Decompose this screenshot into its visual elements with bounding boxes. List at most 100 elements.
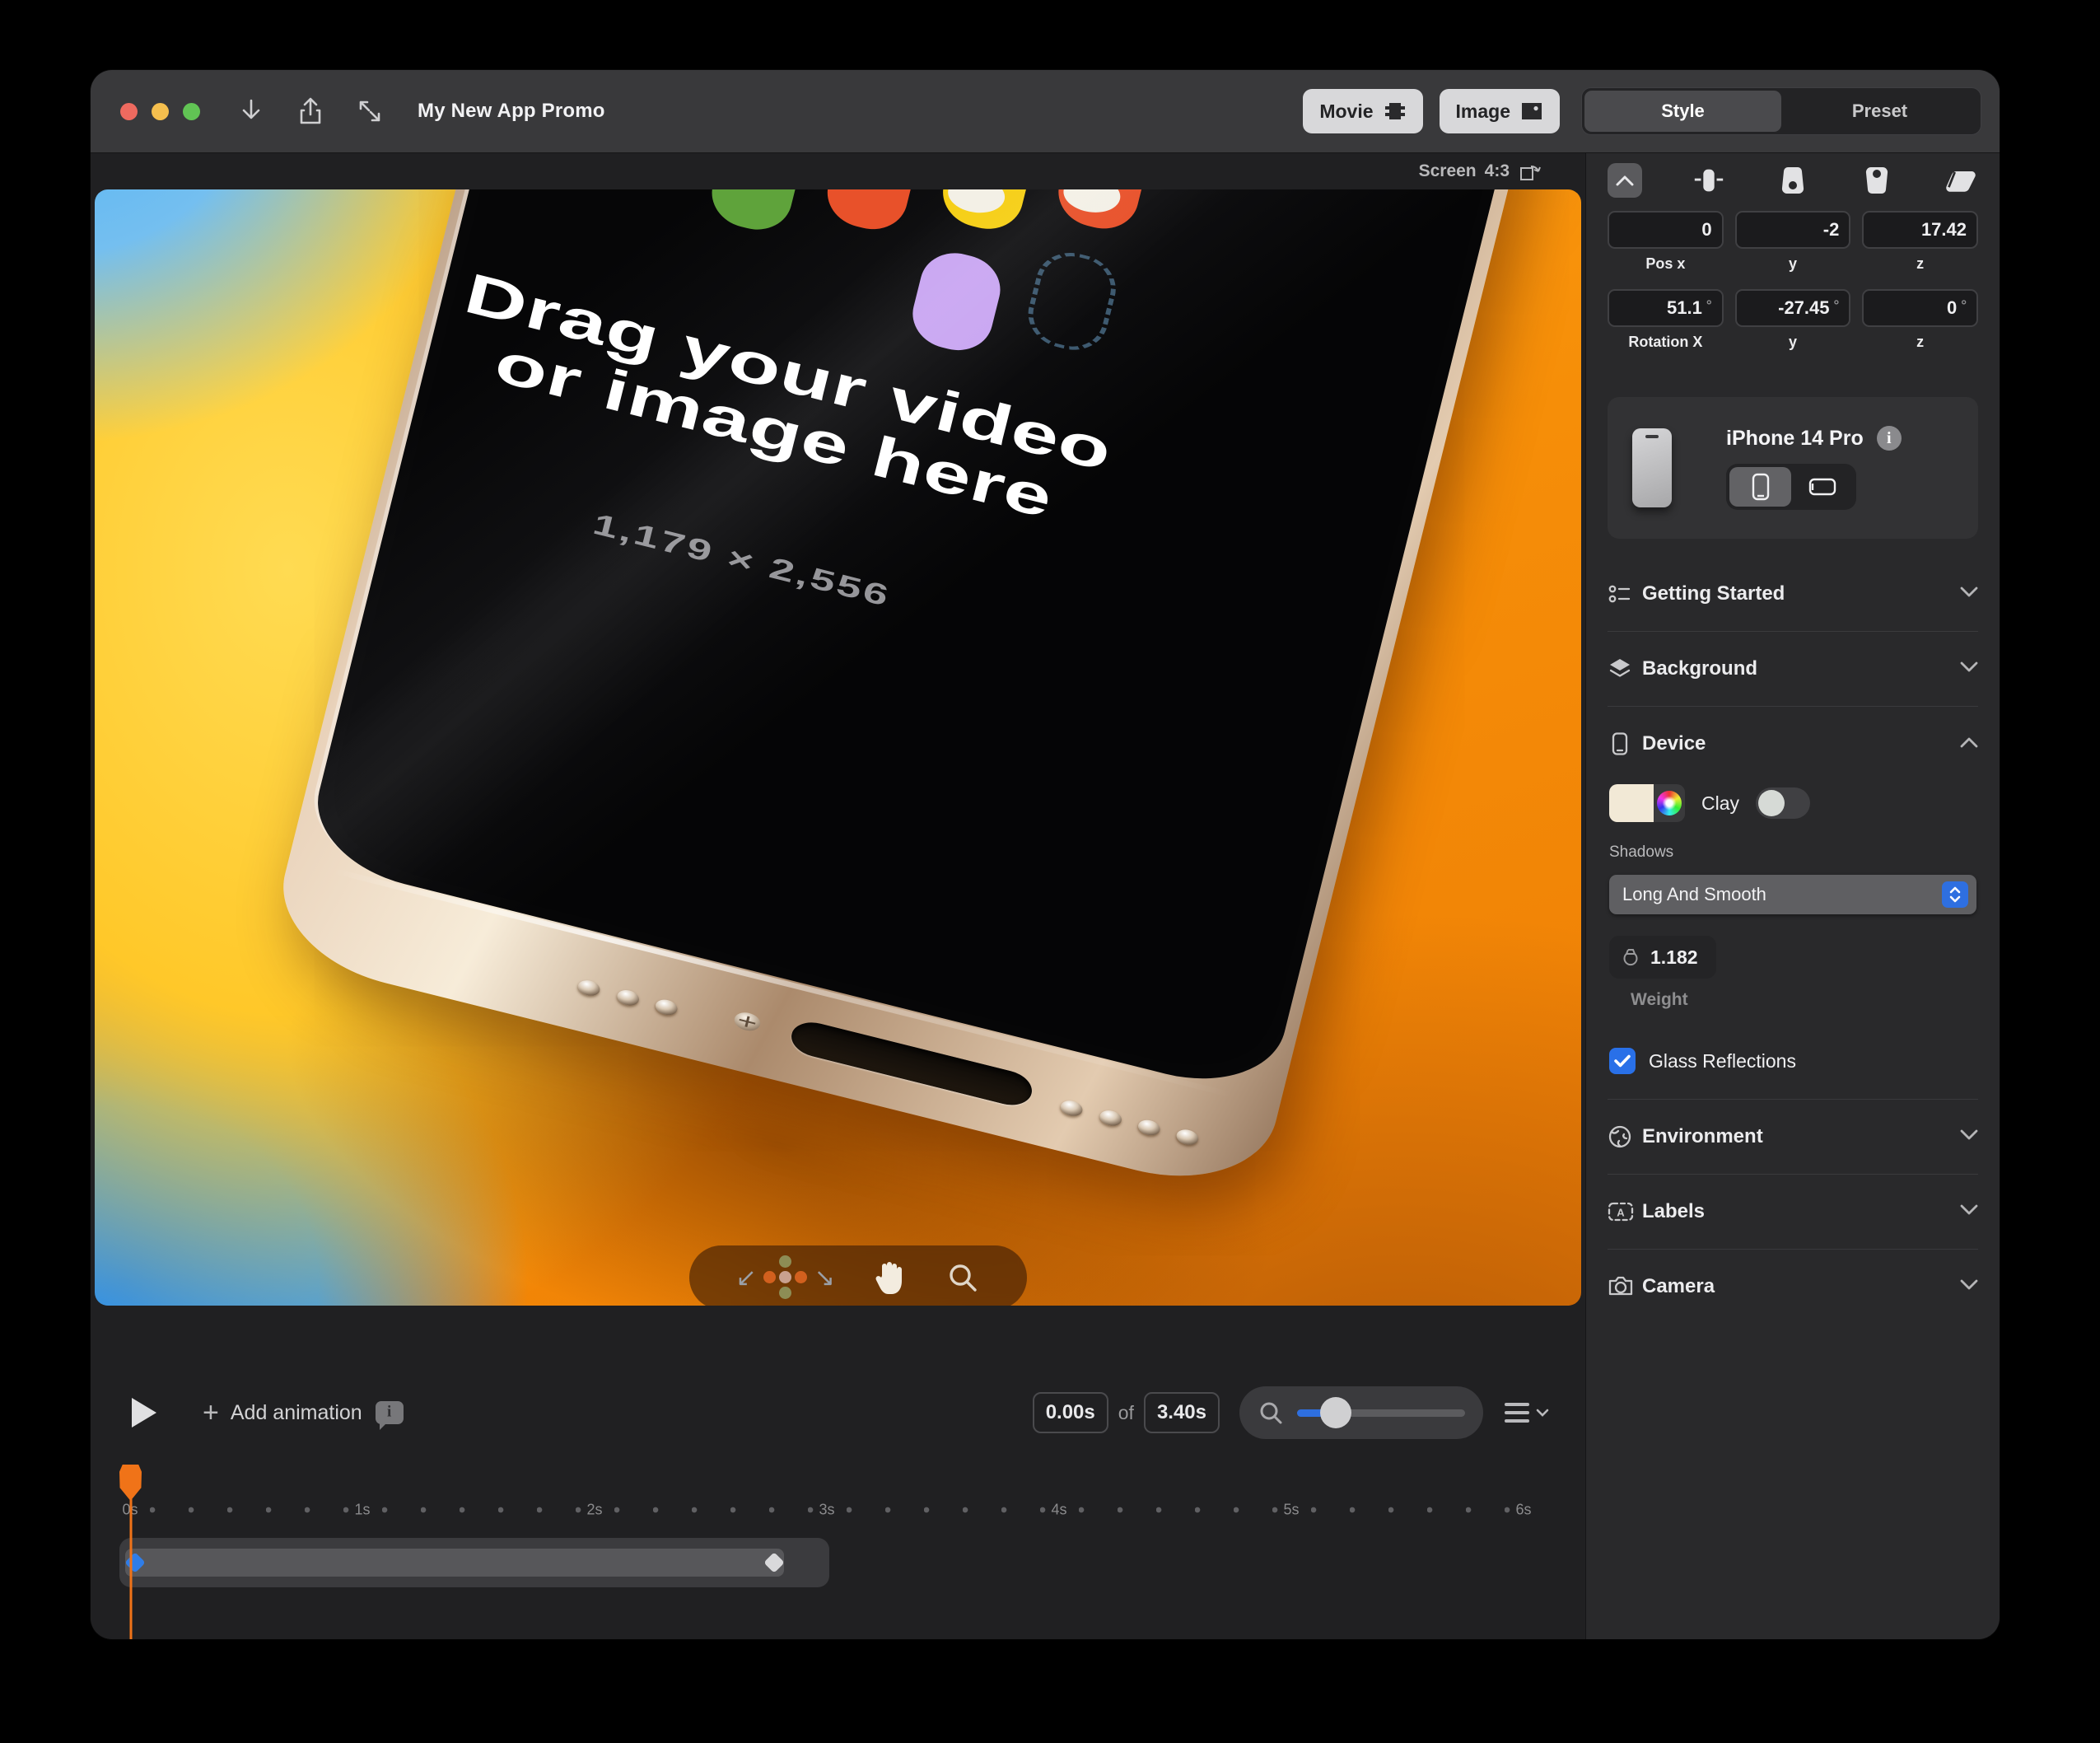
pos-z-input[interactable]: 17.42 (1862, 211, 1978, 249)
current-time-field[interactable]: 0.00s (1032, 1392, 1108, 1433)
export-image-button[interactable]: Image (1439, 89, 1560, 133)
play-button[interactable] (130, 1395, 163, 1431)
preset-laying-flat-icon[interactable] (1944, 163, 1978, 198)
rotation-inputs: 51.1 ° -27.45 ° 0 ° (1608, 289, 1978, 327)
rotation-y-label: y (1788, 334, 1797, 350)
pos-z-value: 17.42 (1920, 219, 1967, 240)
portrait-option[interactable] (1729, 467, 1791, 507)
animation-clip[interactable] (124, 1549, 785, 1577)
degree-symbol: ° (1833, 297, 1840, 313)
preset-tilt-forward-icon[interactable] (1776, 163, 1810, 198)
rotation-z-value: 0 (1946, 297, 1958, 318)
section-getting-started[interactable]: Getting Started (1608, 557, 1978, 631)
section-label: Environment (1642, 1125, 1763, 1147)
total-time-field[interactable]: 3.40s (1143, 1392, 1220, 1433)
section-label: Camera (1642, 1275, 1715, 1297)
minimize-button[interactable] (152, 102, 169, 120)
document-title: My New App Promo (418, 100, 605, 122)
zoom-slider-knob[interactable] (1320, 1397, 1351, 1428)
canvas-toolbar: ↙ ↘ (689, 1245, 1027, 1306)
render-canvas[interactable]: Drag your video or image here 1,179 × 2,… (95, 189, 1581, 1306)
timeline-controls: + Add animation i 0.00s of 3.40s (91, 1386, 1585, 1440)
pos-x-input[interactable]: 0 (1608, 211, 1724, 249)
ruler-label: 1s (348, 1501, 376, 1519)
rotation-y-input[interactable]: -27.45 ° (1734, 289, 1851, 327)
speaker-hole (1098, 1108, 1123, 1129)
playhead[interactable] (119, 1465, 142, 1639)
section-camera[interactable]: Camera (1608, 1250, 1978, 1324)
checkbox-checked-icon[interactable] (1609, 1048, 1636, 1074)
svg-text:A: A (1617, 1207, 1625, 1219)
info-icon[interactable]: i (1876, 426, 1902, 451)
collapse-transform-button[interactable] (1608, 163, 1642, 198)
preset-front-icon[interactable] (1692, 163, 1726, 198)
app-window: My New App Promo Movie Image Style Prese… (91, 70, 2000, 1639)
layers-icon (1608, 657, 1642, 681)
download-icon[interactable] (233, 93, 269, 129)
rotation-labels: Rotation X y z (1608, 327, 1978, 351)
animation-track[interactable] (119, 1538, 829, 1587)
zoom-slider[interactable] (1297, 1397, 1465, 1428)
section-device[interactable]: Device (1608, 707, 1978, 781)
device-color-swatch[interactable] (1609, 784, 1685, 822)
zoom-tool[interactable] (945, 1260, 980, 1295)
move-tool[interactable]: ↙ ↘ (736, 1254, 835, 1301)
rotate-aspect-icon[interactable] (1518, 160, 1542, 183)
plus-icon: + (203, 1396, 219, 1428)
pan-tool[interactable] (872, 1258, 908, 1297)
rotation-x-input[interactable]: 51.1 ° (1608, 289, 1724, 327)
label-a-icon: A (1608, 1200, 1642, 1223)
landscape-option[interactable] (1791, 467, 1853, 507)
export-movie-button[interactable]: Movie (1303, 89, 1423, 133)
playhead-pin[interactable] (119, 1465, 142, 1501)
search-icon (1260, 1402, 1282, 1424)
weight-label: Weight (1631, 990, 1688, 1009)
titlebar-actions: Movie Image Style Preset (1286, 87, 1981, 135)
share-icon[interactable] (292, 93, 329, 129)
position-labels: Pos x y z (1608, 249, 1978, 273)
picture-icon (1522, 103, 1542, 119)
screen-label: Screen (1418, 161, 1477, 180)
zoom-button[interactable] (183, 102, 200, 120)
add-animation-button[interactable]: + Add animation (203, 1397, 362, 1429)
speaker-hole (1174, 1127, 1201, 1147)
ruler-label: 2s (581, 1501, 609, 1519)
shadows-select[interactable]: Long And Smooth (1609, 875, 1976, 914)
rotation-z-label: z (1916, 334, 1925, 350)
screen-aspect-label: Screen 4:3 (1419, 160, 1542, 183)
total-time-value: 3.40s (1156, 1401, 1206, 1423)
timeline-options-menu[interactable] (1505, 1403, 1549, 1423)
time-display: 0.00s of 3.40s (1032, 1392, 1220, 1433)
drop-hint-text: Drag your video or image here (458, 261, 1119, 530)
section-environment[interactable]: Environment (1608, 1100, 1978, 1174)
chevron-down-icon (1960, 1279, 1978, 1295)
image-button-label: Image (1455, 100, 1510, 122)
device-card[interactable]: iPhone 14 Pro i (1608, 397, 1978, 539)
position-inputs: 0 -2 17.42 (1608, 211, 1978, 249)
rotation-z-input[interactable]: 0 ° (1862, 289, 1978, 327)
timeline-zoom-control (1239, 1386, 1483, 1439)
clay-toggle[interactable] (1756, 787, 1811, 819)
section-labels[interactable]: A Labels (1608, 1175, 1978, 1249)
animation-info-icon[interactable]: i (375, 1401, 404, 1430)
pos-y-value: -2 (1822, 219, 1840, 240)
add-animation-label: Add animation (230, 1400, 362, 1424)
chevron-down-icon (1960, 1129, 1978, 1145)
chevron-down-icon (1960, 1204, 1978, 1220)
rotation-x-value: 51.1 (1667, 297, 1702, 318)
shadow-weight-input[interactable]: 1.182 (1609, 936, 1716, 979)
tab-style[interactable]: Style (1584, 91, 1781, 132)
keyframe-end[interactable] (763, 1552, 785, 1573)
chevron-down-icon (1536, 1409, 1549, 1417)
timeline-ruler[interactable]: 0s 1s 2s 3s 4s 5s 6s (91, 1498, 1585, 1522)
tab-preset[interactable]: Preset (1781, 91, 1978, 132)
preset-tilt-back-icon[interactable] (1860, 163, 1894, 198)
arrow-down-left-icon: ↙ (735, 1263, 757, 1292)
glass-reflections-row[interactable]: Glass Reflections (1609, 1048, 1976, 1074)
pos-y-input[interactable]: -2 (1734, 211, 1851, 249)
section-background[interactable]: Background (1608, 632, 1978, 706)
resize-diagonal-icon[interactable] (352, 93, 388, 129)
chevron-up-icon (1960, 736, 1978, 752)
movie-button-label: Movie (1319, 100, 1374, 122)
close-button[interactable] (120, 102, 138, 120)
